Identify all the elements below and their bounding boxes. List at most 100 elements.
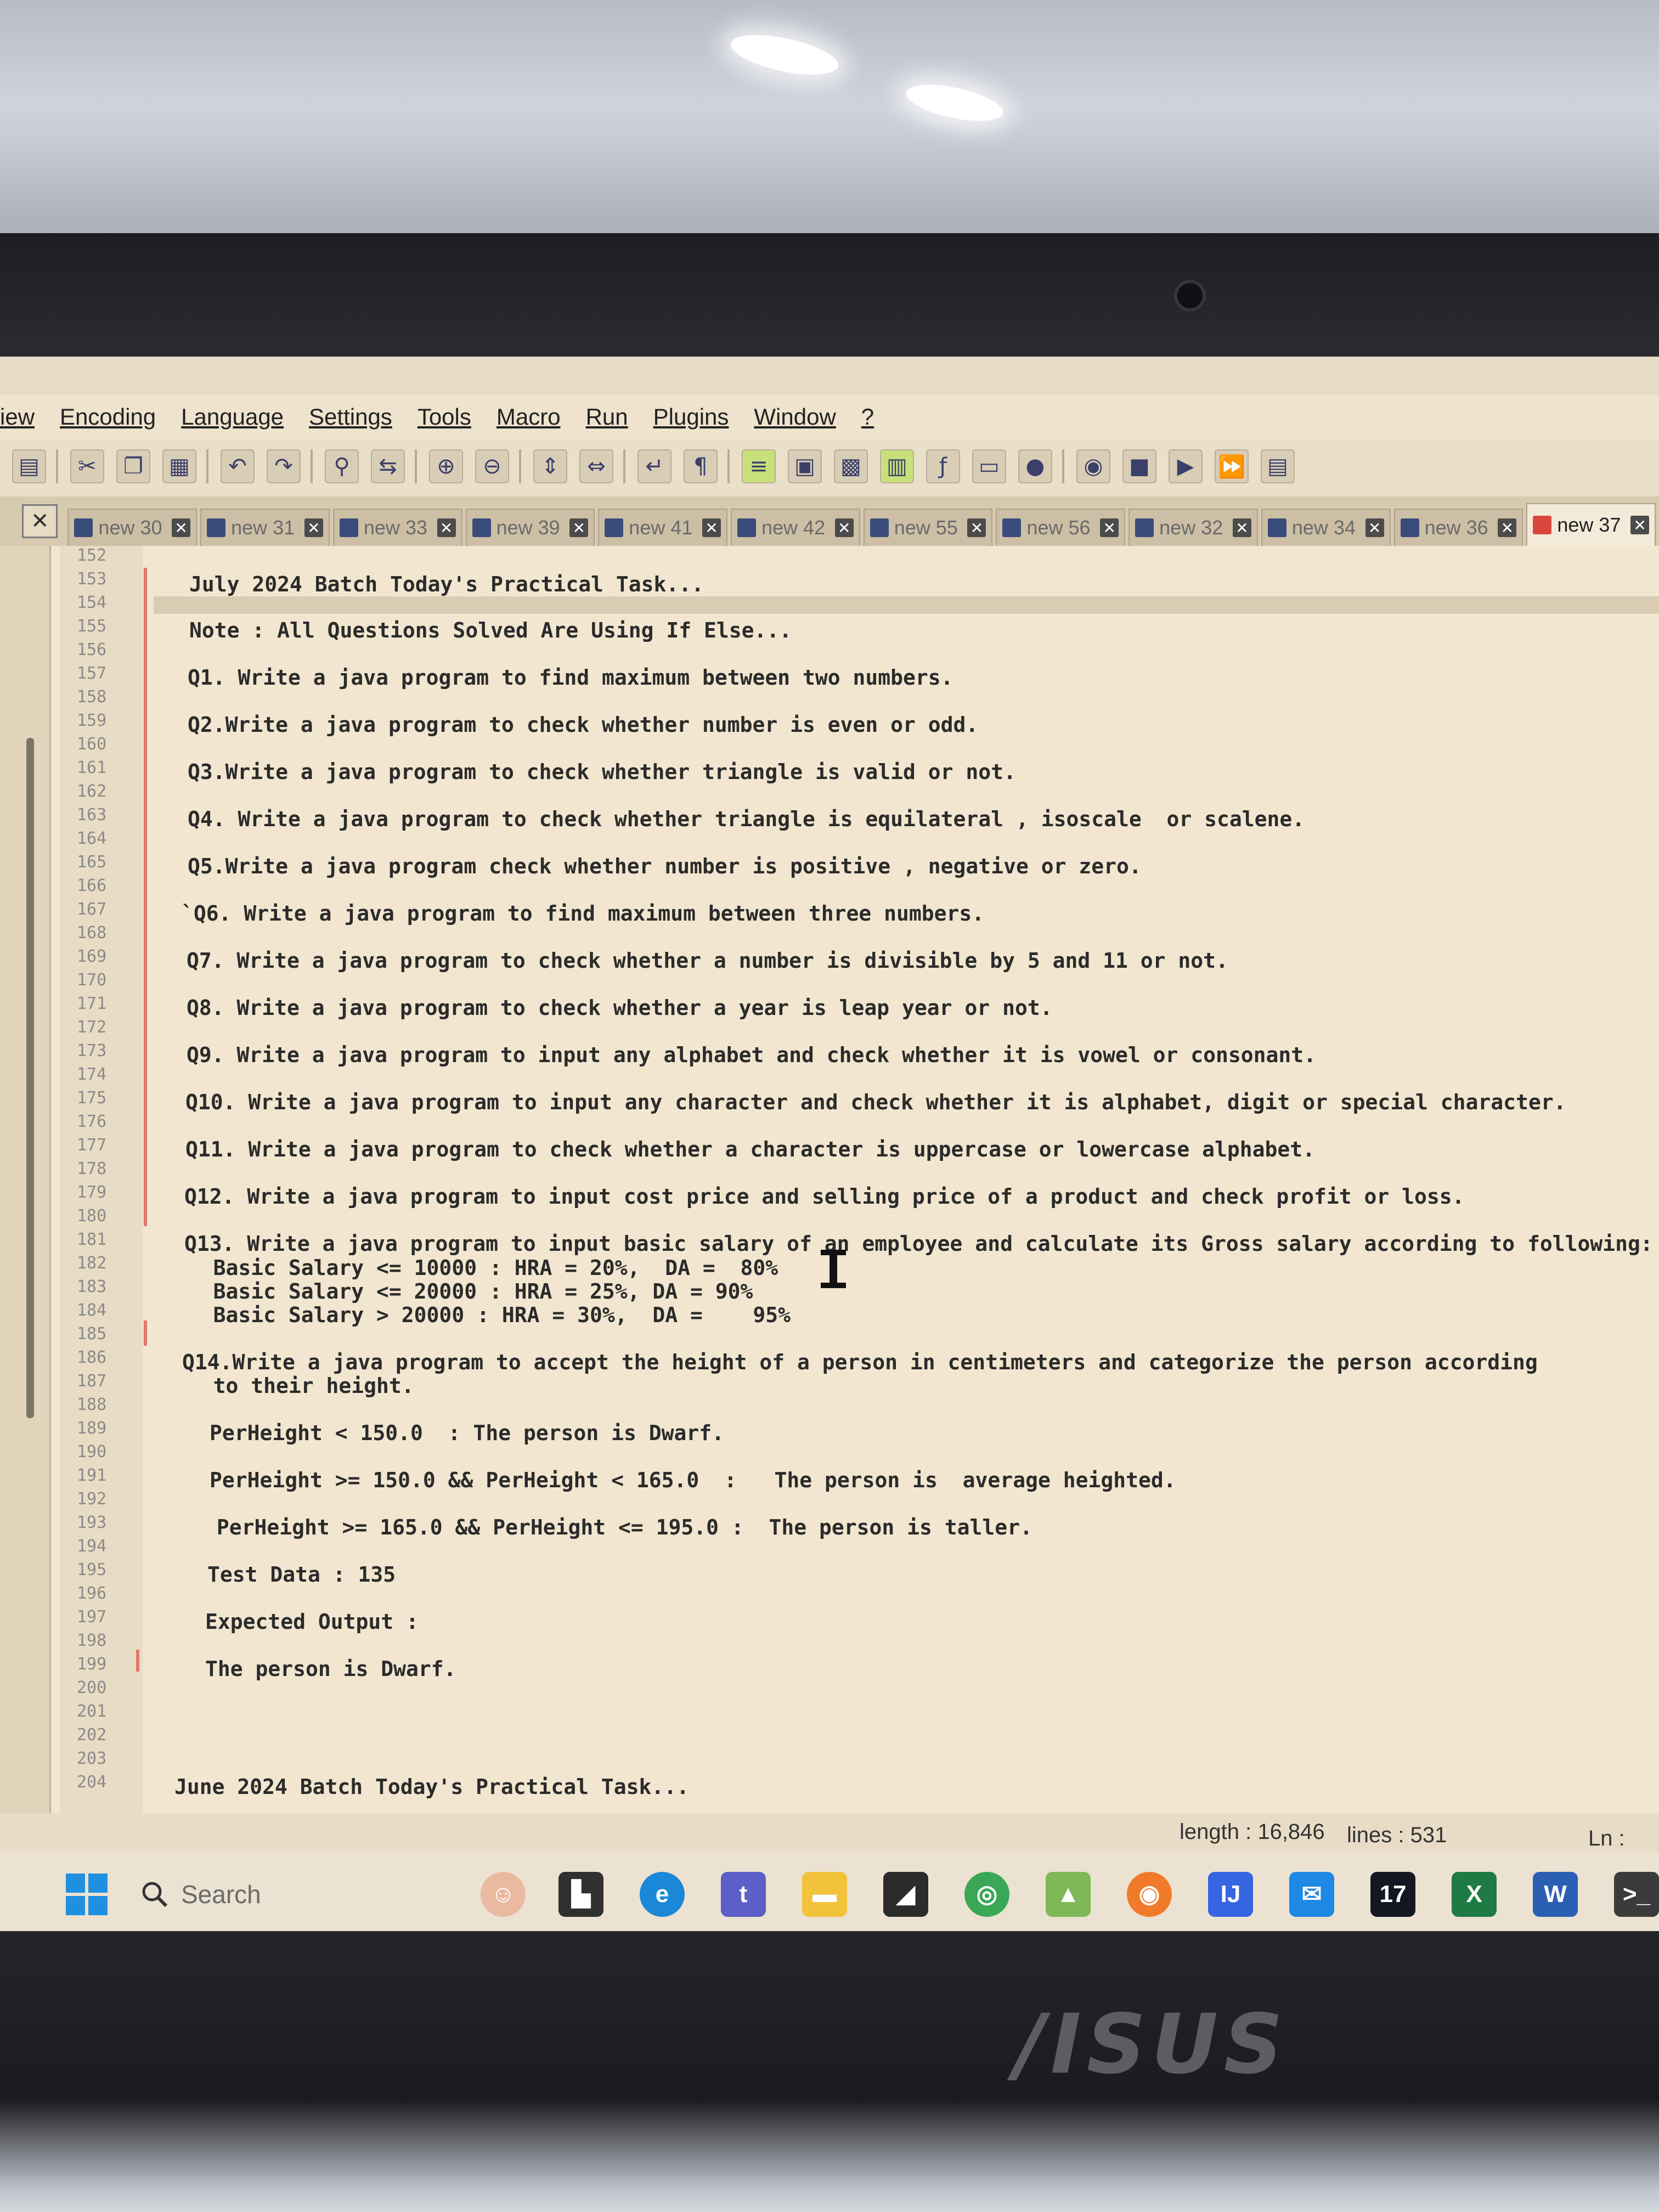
line-number: 170 (77, 970, 107, 990)
monitoring-icon[interactable]: ● (1018, 449, 1052, 483)
tab-new-31[interactable]: new 31 ✕ (200, 509, 330, 546)
zoom-in-icon[interactable]: ⊕ (429, 449, 463, 483)
menu-encoding[interactable]: Encoding (60, 404, 156, 430)
photos-icon[interactable]: ▲ (1046, 1871, 1091, 1917)
find-icon[interactable]: ⚲ (325, 449, 359, 483)
tab-new-41[interactable]: new 41 ✕ (598, 509, 728, 546)
tab-label: new 36 (1424, 516, 1488, 539)
menu-plugins[interactable]: Plugins (653, 404, 729, 430)
run-macro-multiple-icon[interactable]: ⏩ (1215, 449, 1249, 483)
close-tab-icon[interactable]: ✕ (437, 518, 456, 537)
tab-new-34[interactable]: new 34 ✕ (1261, 509, 1391, 546)
close-tab-icon[interactable]: ✕ (702, 518, 721, 537)
tab-new-56[interactable]: new 56 ✕ (996, 509, 1126, 546)
undo-icon[interactable]: ↶ (221, 449, 255, 483)
close-tab-icon[interactable]: ✕ (1365, 518, 1384, 537)
close-tab-icon[interactable]: ✕ (304, 518, 323, 537)
code-line: Q9. Write a java program to input any al… (187, 1043, 1317, 1067)
toolbar-separator (206, 449, 208, 483)
indent-guide-icon[interactable]: ≡ (742, 449, 776, 483)
line-number: 187 (77, 1372, 107, 1391)
close-tab-icon[interactable]: ✕ (1100, 518, 1119, 537)
redo-icon[interactable]: ↷ (267, 449, 301, 483)
record-macro-icon[interactable]: ◉ (1076, 449, 1110, 483)
menu-macro[interactable]: Macro (496, 404, 561, 430)
menu-settings[interactable]: Settings (309, 404, 392, 430)
start-icon[interactable] (66, 1873, 108, 1915)
folder-workspace-icon[interactable]: ▭ (972, 449, 1006, 483)
taskbar-search[interactable]: Search (140, 1870, 371, 1919)
menu-tools[interactable]: Tools (417, 404, 471, 430)
line-number: 156 (77, 640, 107, 659)
line-number: 157 (77, 664, 107, 683)
word-wrap-icon[interactable]: ↵ (637, 449, 672, 483)
menu-help[interactable]: ? (861, 404, 874, 430)
close-tab-icon[interactable]: ✕ (1232, 518, 1251, 537)
tab-new-39[interactable]: new 39 ✕ (465, 509, 595, 546)
file-icon (472, 518, 491, 537)
play-macro-icon[interactable]: ▶ (1169, 449, 1203, 483)
close-tab-icon[interactable]: ✕ (1630, 516, 1650, 534)
tradingview-icon[interactable]: 17 (1370, 1871, 1415, 1917)
task-view-icon[interactable]: ▙ (558, 1871, 603, 1917)
line-number: 201 (77, 1702, 107, 1721)
close-all-icon[interactable]: ✕ (22, 504, 58, 538)
zoom-out-icon[interactable]: ⊖ (475, 449, 509, 483)
code-line: Q5.Write a java program check whether nu… (188, 854, 1142, 878)
document-list-icon[interactable]: ▥ (880, 449, 914, 483)
tab-new-32[interactable]: new 32 ✕ (1128, 509, 1258, 546)
editor-area[interactable]: 152 153 154 155 156 157 158 159 160 161 … (0, 546, 1659, 1813)
print-icon[interactable]: ▤ (12, 449, 46, 483)
line-number: 173 (77, 1041, 107, 1060)
intellij-icon[interactable]: IJ (1208, 1871, 1253, 1917)
line-number: 195 (77, 1560, 107, 1579)
tab-new-37[interactable]: new 37 ✕ (1526, 503, 1656, 546)
menu-language[interactable]: Language (181, 404, 284, 430)
menu-view[interactable]: iew (0, 404, 35, 430)
copy-icon[interactable]: ❐ (116, 449, 150, 483)
edge-icon[interactable]: e (640, 1871, 685, 1917)
tab-new-30[interactable]: new 30 ✕ (67, 509, 198, 546)
word-icon[interactable]: W (1533, 1871, 1578, 1917)
chrome-icon[interactable]: ◎ (964, 1871, 1009, 1917)
close-tab-icon[interactable]: ✕ (172, 518, 191, 537)
sync-horizontal-icon[interactable]: ⇔ (579, 449, 613, 483)
menu-window[interactable]: Window (754, 404, 836, 430)
line-number: 189 (77, 1419, 107, 1438)
close-tab-icon[interactable]: ✕ (1498, 518, 1517, 537)
line-number: 168 (77, 923, 107, 943)
side-panel-scrollbar[interactable] (26, 738, 34, 1418)
code-line: PerHeight >= 165.0 && PerHeight <= 195.0… (204, 1515, 1032, 1539)
line-number: 180 (77, 1206, 107, 1226)
close-tab-icon[interactable]: ✕ (834, 518, 854, 537)
excel-icon[interactable]: X (1452, 1871, 1497, 1917)
close-tab-icon[interactable]: ✕ (967, 518, 986, 537)
mail-icon[interactable]: ✉ (1289, 1871, 1334, 1917)
line-number: 158 (77, 687, 107, 707)
sync-vertical-icon[interactable]: ⇕ (533, 449, 567, 483)
search-icon (142, 1882, 168, 1907)
stop-macro-icon[interactable]: ■ (1122, 449, 1156, 483)
tab-new-33[interactable]: new 33 ✕ (332, 509, 462, 546)
function-list-icon[interactable]: ƒ (926, 449, 960, 483)
cut-icon[interactable]: ✂ (70, 449, 104, 483)
tab-new-36[interactable]: new 36 ✕ (1393, 509, 1523, 546)
teams-icon[interactable]: t (721, 1871, 766, 1917)
close-tab-icon[interactable]: ✕ (569, 518, 589, 537)
show-all-characters-icon[interactable]: ¶ (684, 449, 718, 483)
document-map-icon[interactable]: ▩ (834, 449, 868, 483)
menu-run[interactable]: Run (586, 404, 628, 430)
copilot-avatar-icon[interactable]: ☺ (481, 1871, 526, 1917)
save-macro-icon[interactable]: ▤ (1261, 449, 1295, 483)
language-icon[interactable]: ▣ (788, 449, 822, 483)
toolbar-separator (56, 449, 58, 483)
sticky-notes-icon[interactable]: ◢ (883, 1871, 928, 1917)
paste-icon[interactable]: ▦ (162, 449, 196, 483)
tab-new-55[interactable]: new 55 ✕ (863, 509, 993, 546)
firefox-icon[interactable]: ◉ (1127, 1871, 1172, 1917)
side-panel (0, 546, 51, 1813)
terminal-icon[interactable]: >_ (1614, 1871, 1659, 1917)
tab-new-42[interactable]: new 42 ✕ (731, 509, 860, 546)
file-explorer-icon[interactable]: ▬ (802, 1871, 847, 1917)
replace-icon[interactable]: ⇆ (371, 449, 405, 483)
